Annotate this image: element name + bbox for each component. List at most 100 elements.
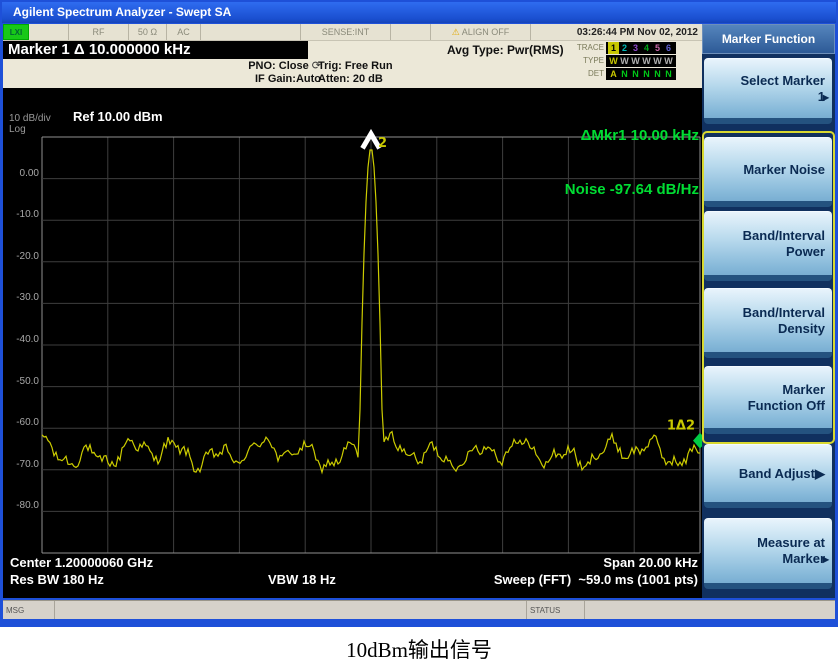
softkey-band-adjust[interactable]: Band Adjust▶	[704, 444, 832, 508]
y-tick-label: -30.0	[3, 292, 39, 303]
delta-marker-label: 1Δ2	[667, 419, 695, 434]
softkey-marker-function-off[interactable]: MarkerFunction Off	[704, 366, 832, 434]
figure-caption: 10dBm输出信号	[0, 634, 838, 664]
legend-char: N	[652, 68, 663, 80]
warning-icon: ⚠	[452, 27, 460, 38]
noise-density-readout: Noise -97.64 dB/Hz	[565, 181, 699, 199]
legend-dets: ANNNNN	[606, 68, 676, 80]
submenu-arrow-icon: ▶	[823, 90, 829, 106]
trace-label: TRACE	[570, 43, 604, 52]
softkey-label: 1	[704, 89, 825, 105]
legend-types: WWWWWW	[606, 55, 676, 67]
legend-char: 1	[608, 42, 619, 54]
legend-char: W	[608, 55, 619, 67]
softkey-label: Band Adjust▶	[704, 466, 825, 482]
y-tick-label: -50.0	[3, 376, 39, 387]
spectrum-display: ΔMkr1 10.00 kHz Noise -97.64 dB/Hz 10 dB…	[3, 88, 702, 598]
legend-char: W	[652, 55, 663, 67]
vbw-annotation: VBW 18 Hz	[268, 572, 336, 587]
msg-label: MSG	[3, 601, 55, 619]
softkey-label: Function Off	[704, 398, 825, 414]
atten-readout: Atten: 20 dB	[318, 73, 393, 86]
legend-char: 3	[630, 42, 641, 54]
softkey-label: Band/Interval	[704, 228, 825, 244]
delta-freq-readout: ΔMkr1 10.00 kHz	[565, 127, 699, 145]
y-tick-label: 0.00	[3, 168, 39, 179]
legend-char: 6	[663, 42, 674, 54]
legend-char: W	[630, 55, 641, 67]
det-label: DET	[570, 69, 604, 78]
avg-type-readout: Avg Type: Pwr(RMS)	[447, 43, 564, 57]
sweep-annotation: Sweep (FFT) ~59.0 ms (1001 pts)	[494, 572, 698, 587]
peak-marker-label: 2	[378, 136, 387, 151]
legend-char: N	[641, 68, 652, 80]
softkey-label: Marker	[704, 551, 825, 567]
impedance-indicator: 50 Ω	[129, 24, 167, 40]
legend-char: N	[619, 68, 630, 80]
status-spacer	[201, 24, 301, 40]
softkey-label: Marker Noise	[704, 162, 825, 178]
legend-char: W	[641, 55, 652, 67]
legend-char: W	[619, 55, 630, 67]
softkey-select-marker[interactable]: Select Marker1▶	[704, 58, 832, 124]
center-freq-annotation: Center 1.20000060 GHz	[10, 555, 153, 570]
legend-char: N	[663, 68, 674, 80]
softkey-marker-noise[interactable]: Marker Noise	[704, 137, 832, 207]
message-status-bar: MSG STATUS	[3, 600, 835, 619]
delta-marker-readout: ΔMkr1 10.00 kHz Noise -97.64 dB/Hz	[565, 91, 699, 235]
span-annotation: Span 20.00 kHz	[603, 555, 698, 570]
y-tick-label: -80.0	[3, 500, 39, 511]
softkey-band-interval-density[interactable]: Band/IntervalDensity	[704, 288, 832, 358]
softkey-label: Band/Interval	[704, 305, 825, 321]
window-titlebar[interactable]: Agilent Spectrum Analyzer - Swept SA	[2, 2, 836, 23]
submenu-arrow-icon: ▶	[823, 552, 829, 568]
status-spacer	[391, 24, 431, 40]
y-tick-label: -70.0	[3, 459, 39, 470]
ifgain-readout: IF Gain:Auto	[226, 73, 321, 86]
y-tick-label: -10.0	[3, 209, 39, 220]
rbw-annotation: Res BW 180 Hz	[10, 572, 104, 587]
legend-char: N	[630, 68, 641, 80]
window-title: Agilent Spectrum Analyzer - Swept SA	[13, 5, 231, 19]
y-tick-label: -20.0	[3, 251, 39, 262]
status-strip: LXI RF 50 Ω AC SENSE:INT ⚠ ALIGN OFF 03:…	[3, 24, 702, 41]
softkey-label: Measure at	[704, 535, 825, 551]
softkey-measure-at-marker[interactable]: Measure atMarker▶	[704, 518, 832, 589]
coupling-indicator: AC	[167, 24, 201, 40]
trig-readout: Trig: Free Run	[318, 60, 393, 73]
status-spacer	[29, 24, 69, 40]
softkey-label: Power	[704, 244, 825, 260]
legend-traces: 123456	[606, 42, 676, 54]
status-field	[585, 601, 835, 619]
pno-ifgain-readout: PNO: Close ⟳ IF Gain:Auto	[226, 60, 321, 86]
legend-char: A	[608, 68, 619, 80]
y-tick-label: -60.0	[3, 417, 39, 428]
trig-atten-readout: Trig: Free Run Atten: 20 dB	[318, 60, 393, 86]
type-label: TYPE	[570, 56, 604, 65]
softkey-menu-header: Marker Function	[702, 24, 835, 54]
pno-readout: PNO: Close	[248, 60, 309, 72]
align-off-label: ALIGN OFF	[462, 27, 510, 37]
scale-per-div-label: 10 dB/div	[9, 113, 51, 124]
softkey-label: Marker	[704, 382, 825, 398]
trace-legend: TRACE 123456 TYPE WWWWWW DET ANNNNN	[570, 41, 676, 80]
analyzer-window: Agilent Spectrum Analyzer - Swept SA LXI…	[0, 0, 838, 627]
ref-level-label: Ref 10.00 dBm	[73, 109, 163, 124]
legend-char: 2	[619, 42, 630, 54]
rf-indicator: RF	[69, 24, 129, 40]
legend-char: 4	[641, 42, 652, 54]
softkey-menu: Marker Function Select Marker1▶Marker No…	[702, 24, 835, 598]
y-tick-label: -40.0	[3, 334, 39, 345]
softkey-band-interval-power[interactable]: Band/IntervalPower	[704, 211, 832, 281]
softkey-label: Density	[704, 321, 825, 337]
datetime-readout: 03:26:44 PM Nov 02, 2012	[531, 24, 702, 40]
sense-indicator: SENSE:INT	[301, 24, 391, 40]
status-label: STATUS	[527, 601, 585, 619]
softkey-label: Select Marker	[704, 73, 825, 89]
marker-readout-bar: Marker 1 Δ 10.000000 kHz	[3, 41, 308, 59]
log-scale-label: Log	[9, 124, 26, 135]
legend-char: 5	[652, 42, 663, 54]
lxi-badge: LXI	[3, 24, 29, 40]
align-indicator: ⚠ ALIGN OFF	[431, 24, 531, 40]
legend-char: W	[663, 55, 674, 67]
